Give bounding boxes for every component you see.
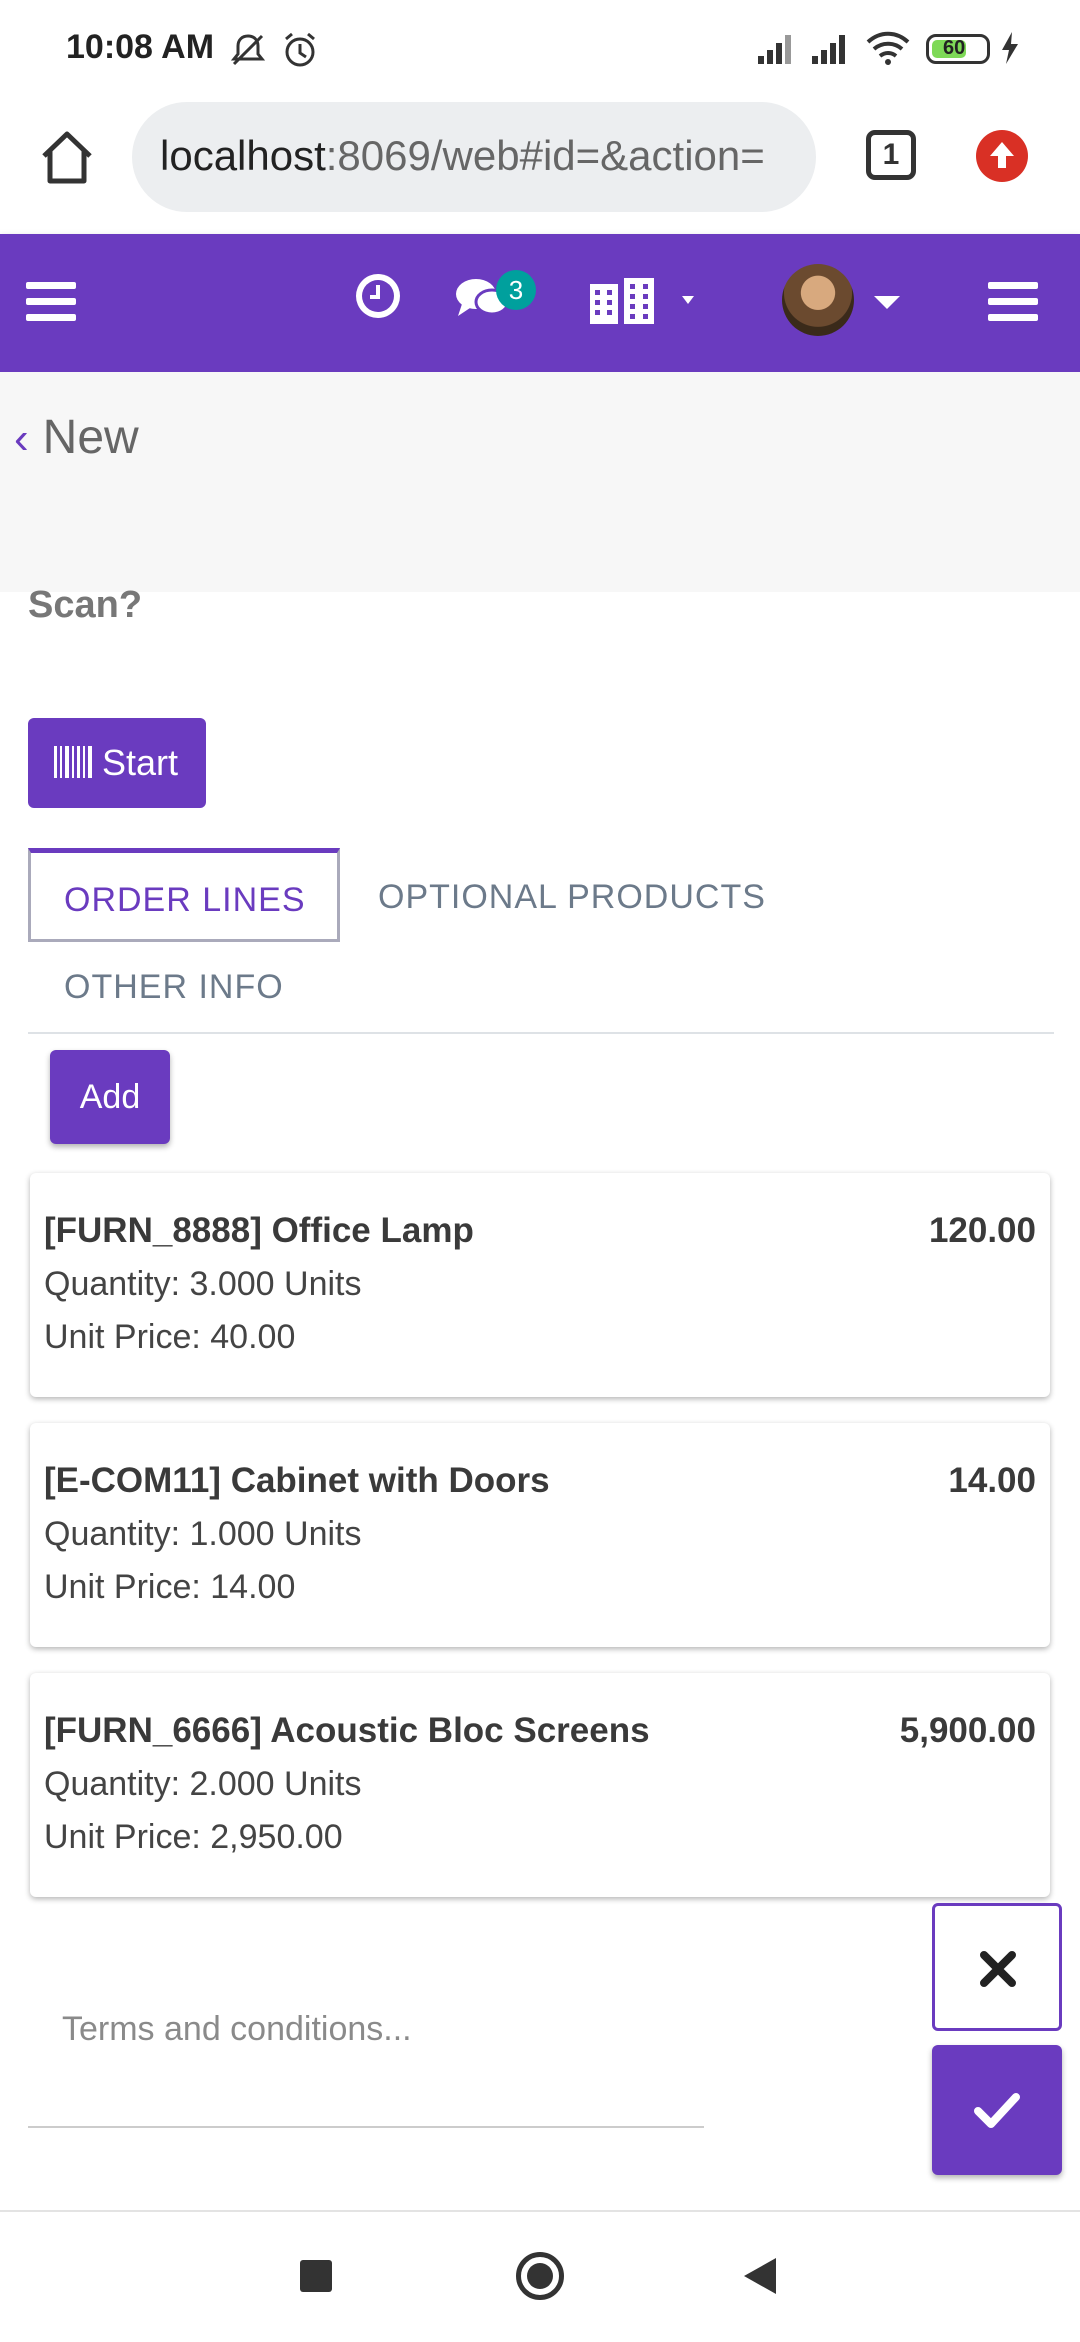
menu-icon[interactable] xyxy=(26,280,76,324)
control-panel: ‹ New xyxy=(0,372,1080,592)
save-button[interactable] xyxy=(932,2045,1062,2175)
home-nav-button[interactable] xyxy=(516,2252,564,2300)
user-avatar[interactable] xyxy=(782,264,854,336)
chevron-down-icon[interactable] xyxy=(872,292,902,312)
line-quantity: Quantity: 3.000 Units xyxy=(44,1265,362,1303)
product-name: [FURN_8888] Office Lamp xyxy=(44,1211,474,1250)
line-quantity: Quantity: 2.000 Units xyxy=(44,1765,362,1803)
url-host: localhost xyxy=(160,132,326,179)
arrow-up-icon xyxy=(990,142,1014,168)
order-line-card[interactable]: [E-COM11] Cabinet with Doors 14.00 Quant… xyxy=(30,1423,1050,1647)
charging-icon xyxy=(1002,32,1018,64)
tab-order-lines[interactable]: ORDER LINES xyxy=(28,848,340,942)
order-line-card[interactable]: [FURN_8888] Office Lamp 120.00 Quantity:… xyxy=(30,1173,1050,1397)
scan-label: Scan? xyxy=(28,584,143,626)
system-navigation-bar xyxy=(0,2210,1080,2342)
check-icon xyxy=(974,2093,1020,2128)
app-menu-icon[interactable] xyxy=(988,280,1038,324)
product-name: [FURN_6666] Acoustic Bloc Screens xyxy=(44,1711,650,1750)
update-button[interactable] xyxy=(976,130,1028,182)
terms-field[interactable]: Terms and conditions... xyxy=(28,1980,704,2128)
signal-icon xyxy=(758,35,791,64)
battery-icon: 60 xyxy=(926,34,990,64)
address-bar[interactable]: localhost:8069/web#id=&action= xyxy=(132,102,816,212)
start-label: Start xyxy=(102,742,179,783)
url-path: :8069/web#id=&action= xyxy=(325,132,765,179)
add-line-button[interactable]: Add xyxy=(50,1050,170,1144)
line-total: 5,900.00 xyxy=(899,1711,1036,1750)
activity-clock-icon[interactable] xyxy=(352,270,404,322)
notebook-tabs: ORDER LINES OPTIONAL PRODUCTS OTHER INFO xyxy=(28,848,1054,1034)
tab-label: OPTIONAL PRODUCTS xyxy=(378,878,766,916)
chat-badge: 3 xyxy=(496,270,536,310)
wifi-icon xyxy=(866,31,910,65)
signal-icon xyxy=(812,35,845,64)
line-total: 120.00 xyxy=(928,1211,1036,1250)
tab-other-info[interactable]: OTHER INFO xyxy=(64,968,284,1007)
breadcrumb[interactable]: ‹ New xyxy=(14,410,139,465)
order-line-card[interactable]: [FURN_6666] Acoustic Bloc Screens 5,900.… xyxy=(30,1673,1050,1897)
product-name: [E-COM11] Cabinet with Doors xyxy=(44,1461,550,1500)
muted-bell-icon xyxy=(230,34,266,66)
back-nav-button[interactable] xyxy=(742,2256,778,2296)
tab-switcher-button[interactable]: 1 xyxy=(866,130,916,180)
line-unit-price: Unit Price: 14.00 xyxy=(44,1568,296,1606)
home-icon[interactable] xyxy=(36,126,98,188)
tab-label: ORDER LINES xyxy=(64,881,306,919)
company-switcher-icon[interactable] xyxy=(588,276,708,326)
discard-button[interactable] xyxy=(932,1903,1062,2031)
status-time: 10:08 AM xyxy=(66,28,215,66)
barcode-icon xyxy=(54,746,92,778)
start-scan-button[interactable]: Start xyxy=(28,718,206,808)
app-navbar: 3 xyxy=(0,234,1080,372)
tab-label: OTHER INFO xyxy=(64,968,284,1006)
recents-button[interactable] xyxy=(300,2260,332,2292)
chevron-left-icon: ‹ xyxy=(14,414,29,463)
line-quantity: Quantity: 1.000 Units xyxy=(44,1515,362,1553)
terms-placeholder: Terms and conditions... xyxy=(62,2010,412,2048)
battery-level: 60 xyxy=(943,37,966,59)
browser-toolbar: localhost:8069/web#id=&action= 1 xyxy=(0,96,1080,234)
line-unit-price: Unit Price: 40.00 xyxy=(44,1318,296,1356)
line-unit-price: Unit Price: 2,950.00 xyxy=(44,1818,343,1856)
status-bar: 10:08 AM 60 xyxy=(0,0,1080,96)
alarm-icon xyxy=(285,32,315,67)
close-icon xyxy=(980,1951,1016,1987)
url-text: localhost:8069/web#id=&action= xyxy=(160,132,765,180)
line-total: 14.00 xyxy=(948,1461,1036,1500)
breadcrumb-label: New xyxy=(42,411,139,464)
tab-optional-products[interactable]: OPTIONAL PRODUCTS xyxy=(378,878,766,917)
